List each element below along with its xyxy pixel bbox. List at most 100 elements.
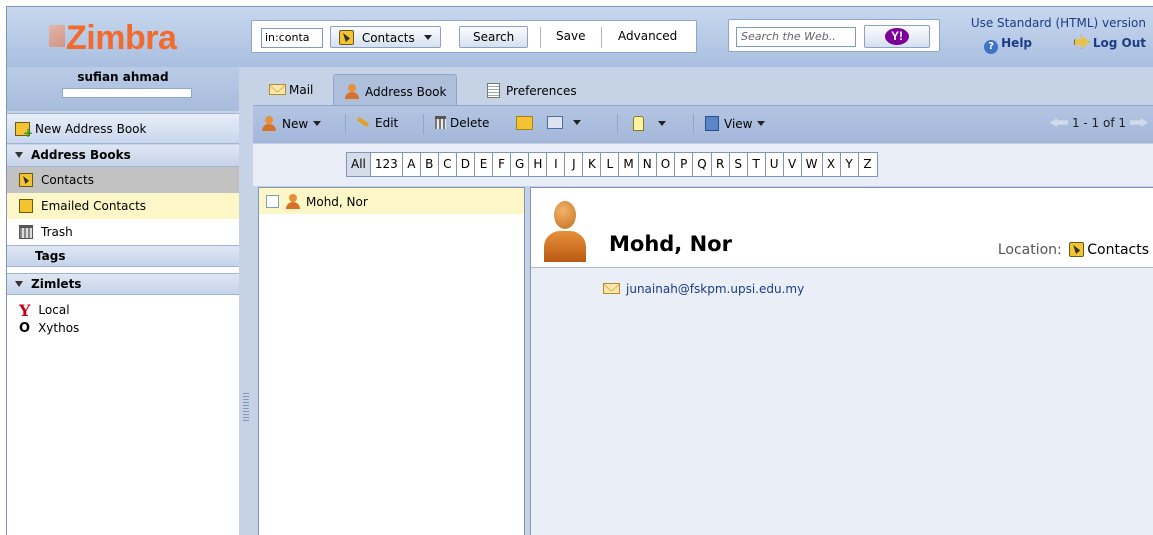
search-input[interactable]: in:conta <box>261 28 323 48</box>
edit-button[interactable]: Edit <box>356 116 398 130</box>
tab-preferences[interactable]: Preferences <box>477 74 587 105</box>
collapse-triangle-icon[interactable] <box>15 152 23 158</box>
move-button[interactable] <box>516 116 533 131</box>
select-checkbox[interactable] <box>266 195 279 208</box>
chevron-down-icon[interactable] <box>313 121 322 126</box>
alphabet-letter[interactable]: Y <box>841 153 859 176</box>
alphabet-letter[interactable]: V <box>784 153 802 176</box>
tab-label: Address Book <box>365 85 447 99</box>
alphabet-letter[interactable]: L <box>601 153 620 176</box>
alphabet-letter[interactable]: C <box>439 153 457 176</box>
new-contact-icon <box>261 116 277 131</box>
zimlets-header-label: Zimlets <box>31 277 82 291</box>
alphabet-letter[interactable]: B <box>421 153 439 176</box>
zimbra-logo: Zimbra <box>49 19 177 58</box>
yahoo-icon: Y! <box>885 28 909 45</box>
delete-button[interactable]: Delete <box>435 116 489 130</box>
sidebar-item-contacts[interactable]: Contacts <box>7 167 239 193</box>
alphabet-letter[interactable]: D <box>457 153 476 176</box>
address-book-icon <box>1069 242 1085 257</box>
alphabet-letter[interactable]: T <box>748 153 766 176</box>
zimlet-xythos[interactable]: O Xythos <box>7 321 239 347</box>
alphabet-letter[interactable]: Z <box>859 153 877 176</box>
alphabet-letter[interactable]: 123 <box>371 153 403 176</box>
trash-icon <box>435 116 446 129</box>
alphabet-letter[interactable]: J <box>565 153 584 176</box>
help-link[interactable]: ? Help <box>984 36 1032 54</box>
view-icon <box>705 116 719 131</box>
alphabet-letter[interactable]: S <box>730 153 748 176</box>
advanced-search-button[interactable]: Advanced <box>610 26 685 48</box>
contact-email-link[interactable]: junainah@fskpm.upsi.edu.my <box>603 282 804 296</box>
collapse-triangle-icon[interactable] <box>15 281 23 287</box>
tab-mail[interactable]: Mail <box>259 74 323 105</box>
sidebar-item-emailed-contacts[interactable]: Emailed Contacts <box>7 193 239 219</box>
address-books-header[interactable]: Address Books <box>7 145 239 167</box>
alphabet-letter[interactable]: Q <box>693 153 712 176</box>
new-contact-button[interactable]: New <box>261 116 322 131</box>
alphabet-letter[interactable]: G <box>511 153 530 176</box>
drag-handle-icon[interactable] <box>243 393 249 423</box>
contact-email: junainah@fskpm.upsi.edu.my <box>626 282 805 296</box>
top-header: Zimbra in:conta Contacts Search Save Adv… <box>7 7 1153 67</box>
search-scope-dropdown[interactable]: Contacts <box>330 26 441 48</box>
print-button[interactable] <box>547 116 581 130</box>
alphabet-letter[interactable]: R <box>712 153 730 176</box>
zimbra-app: Zimbra in:conta Contacts Search Save Adv… <box>6 6 1153 535</box>
user-name: sufian ahmad <box>77 70 169 84</box>
view-button[interactable]: View <box>705 116 766 131</box>
zimlets-header[interactable]: Zimlets <box>7 273 239 295</box>
alphabet-letter[interactable]: X <box>823 153 841 176</box>
divider <box>423 114 424 134</box>
view-label: View <box>724 117 753 131</box>
xythos-icon: O <box>19 321 31 336</box>
web-search-input[interactable]: Search the Web.. <box>736 27 856 47</box>
mail-icon <box>603 283 620 294</box>
avatar-body <box>544 231 586 262</box>
standard-html-version-link[interactable]: Use Standard (HTML) version <box>971 16 1146 30</box>
contact-detail: Mohd, Nor Location: Contacts junainah@fs… <box>530 187 1153 535</box>
chevron-down-icon[interactable] <box>658 121 666 126</box>
pager-text: 1 - 1 of 1 <box>1071 116 1126 130</box>
tags-header[interactable]: Tags <box>7 245 239 267</box>
sidebar-splitter[interactable] <box>239 67 253 535</box>
alphabet-letter[interactable]: N <box>639 153 657 176</box>
alphabet-letter[interactable]: K <box>583 153 602 176</box>
search-scope-label: Contacts <box>361 31 415 45</box>
search-button[interactable]: Search <box>459 26 529 48</box>
contact-list: Mohd, Nor <box>258 187 525 535</box>
tag-button[interactable] <box>633 116 666 131</box>
sidebar-item-trash[interactable]: Trash <box>7 219 239 245</box>
preferences-icon <box>487 83 500 98</box>
save-search-button[interactable]: Save <box>548 26 593 48</box>
alphabet-letter[interactable]: H <box>529 153 548 176</box>
contact-detail-name: Mohd, Nor <box>609 232 732 256</box>
alphabet-letter[interactable]: All <box>347 153 371 176</box>
sidebar-item-label: Contacts <box>41 173 94 187</box>
quota-bar <box>62 88 192 98</box>
alphabet-letter[interactable]: F <box>493 153 512 176</box>
alphabet-letter[interactable]: P <box>675 153 694 176</box>
list-item[interactable]: Mohd, Nor <box>259 188 524 214</box>
logout-link[interactable]: Log Out <box>1073 35 1146 50</box>
new-address-book-icon <box>15 122 33 140</box>
alphabet-letter[interactable]: A <box>403 153 421 176</box>
alphabet-letter[interactable]: M <box>619 153 639 176</box>
previous-page-icon[interactable] <box>1049 118 1068 127</box>
location-value[interactable]: Contacts <box>1087 242 1149 258</box>
alphabet-letter[interactable]: E <box>475 153 494 176</box>
alphabet-letter[interactable]: I <box>547 153 566 176</box>
zimlet-local[interactable]: Y Local <box>7 295 239 321</box>
zimlet-label: Local <box>38 303 70 317</box>
next-page-icon[interactable] <box>1130 118 1148 127</box>
contact-header: Mohd, Nor Location: Contacts <box>531 188 1153 268</box>
yahoo-search-button[interactable]: Y! <box>864 25 930 48</box>
alphabet-letter[interactable]: U <box>766 153 784 176</box>
chevron-down-icon[interactable] <box>573 120 581 125</box>
contacts-toolbar: New Edit Delete View 1 - 1 of 1 <box>253 105 1153 143</box>
emailed-contacts-icon <box>19 199 33 213</box>
alphabet-letter[interactable]: W <box>802 153 823 176</box>
new-address-book-button[interactable]: New Address Book <box>7 113 239 144</box>
tab-address-book[interactable]: Address Book <box>333 74 458 105</box>
alphabet-letter[interactable]: O <box>657 153 676 176</box>
